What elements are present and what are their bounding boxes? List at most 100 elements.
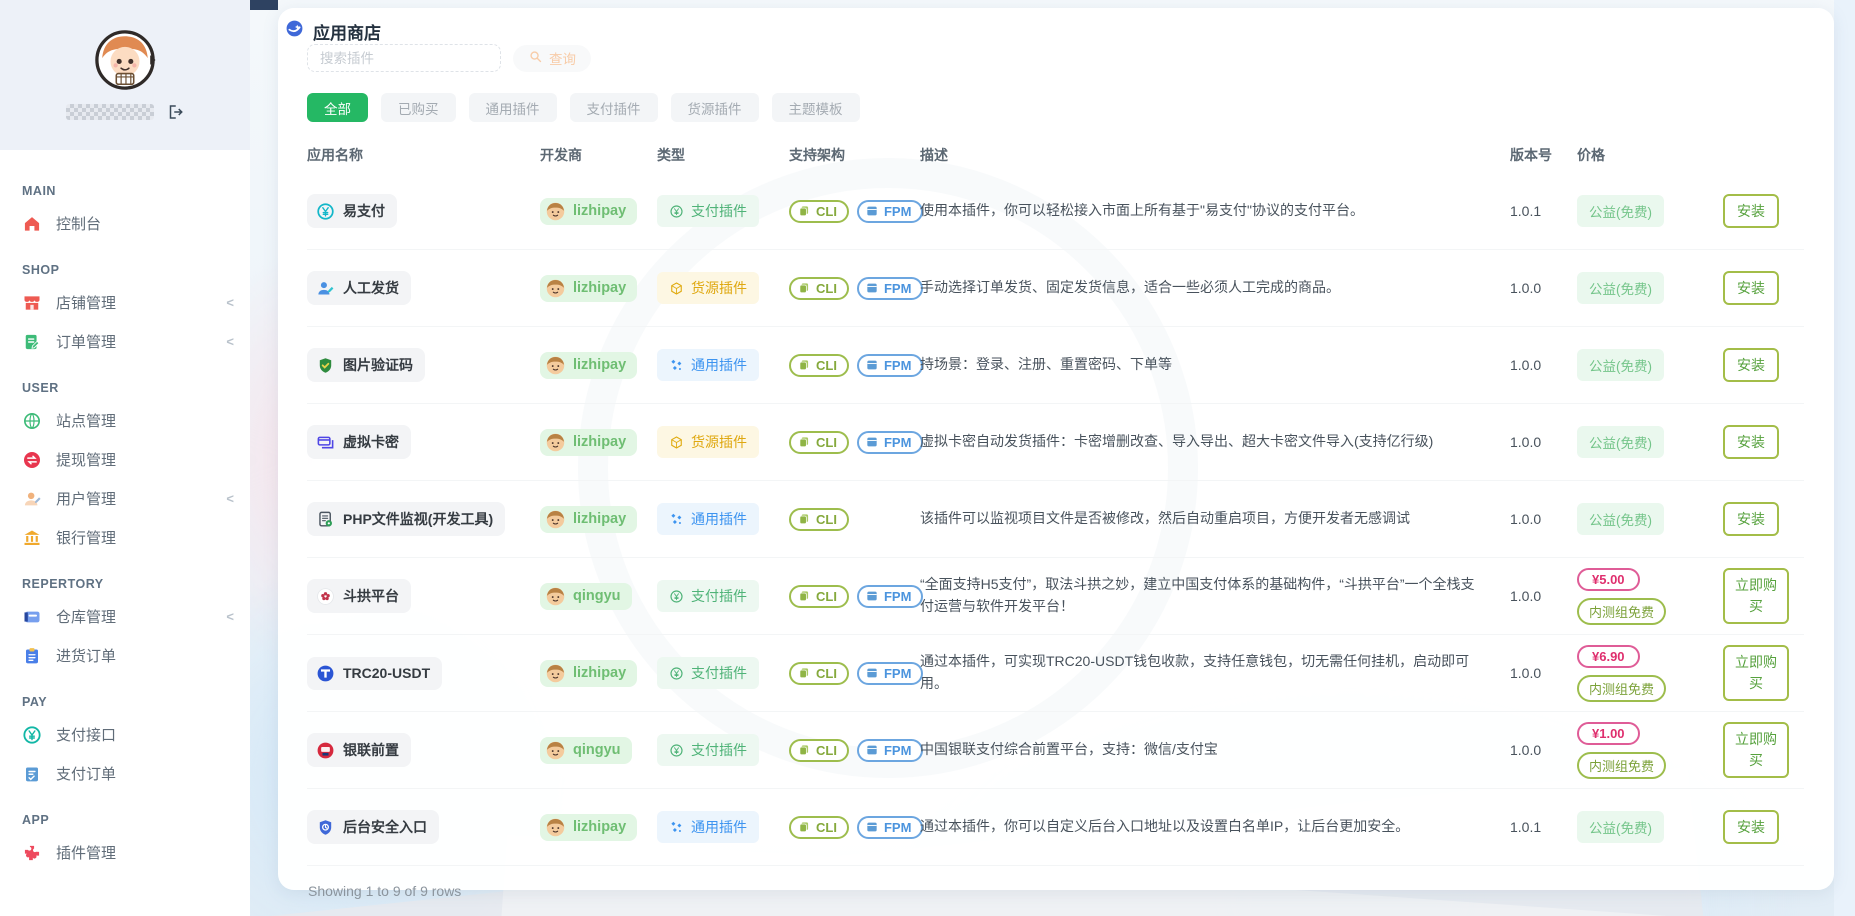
filter-tab-4[interactable]: 货源插件 <box>670 93 759 122</box>
arch-badge-cli: CLI <box>789 199 849 223</box>
arch-badge-cli: CLI <box>789 276 849 300</box>
sidebar-item-label: 进货订单 <box>56 648 117 665</box>
app-description: 中国银联支付综合前置平台，支持：微信/支付宝 <box>920 741 1218 758</box>
sidebar-item-puzzle[interactable]: 插件管理 <box>0 833 250 872</box>
sidebar-item-label: 店铺管理 <box>56 295 117 312</box>
sidebar-item-order[interactable]: 订单管理 < <box>0 322 250 361</box>
type-badge: 货源插件 <box>657 272 759 304</box>
arch-badge-cli: CLI <box>789 353 849 377</box>
sidebar-nav: MAIN 控制台 SHOP 店铺管理 < 订单管理 < USER 站点管理 提现… <box>0 150 250 872</box>
arch-badge-cli: CLI <box>789 584 849 608</box>
table-row: TRC20-USDT lizhipay 支付插件 CLI FPM 通过本插件，可… <box>307 635 1804 712</box>
price-badge: ¥5.00 内测组免费 <box>1577 567 1723 625</box>
puzzle-icon <box>22 843 42 863</box>
sidebar-item-home[interactable]: 控制台 <box>0 204 250 243</box>
app-name-badge: 易支付 <box>307 194 397 228</box>
app-version: 1.0.0 <box>1510 280 1542 296</box>
app-name-badge: 图片验证码 <box>307 348 425 382</box>
app-description: 通过本插件，你可以自定义后台入口地址以及设置白名单IP，让后台更加安全。 <box>920 818 1410 835</box>
sidebar-item-yen[interactable]: 支付接口 <box>0 715 250 754</box>
table-row: 后台安全入口 lizhipay 通用插件 CLI FPM 通过本插件，你可以自定… <box>307 789 1804 866</box>
sidebar-section: PAY 支付接口 支付订单 <box>0 687 250 793</box>
filter-tab-3[interactable]: 支付插件 <box>569 93 658 122</box>
shield-check-icon <box>316 356 335 375</box>
type-badge: 通用插件 <box>657 503 759 535</box>
search-input[interactable] <box>307 44 501 72</box>
developer-badge: lizhipay <box>540 274 638 302</box>
chevron-collapse-icon: < <box>226 491 234 506</box>
filter-tab-1[interactable]: 已购买 <box>381 93 456 122</box>
table-row: 人工发货 lizhipay 货源插件 CLI FPM 手动选择订单发货、固定发货… <box>307 250 1804 327</box>
install-button[interactable]: 安装 <box>1723 348 1779 382</box>
app-name-badge: TRC20-USDT <box>307 656 443 690</box>
yen-icon <box>22 725 42 745</box>
table-row: 银联前置 qingyu 支付插件 CLI FPM 中国银联支付综合前置平台，支持… <box>307 712 1804 789</box>
buy-now-button[interactable]: 立即购买 <box>1723 568 1789 624</box>
type-badge: 通用插件 <box>657 811 759 843</box>
developer-avatar <box>545 355 566 376</box>
sidebar-item-clipboard[interactable]: 进货订单 <box>0 636 250 675</box>
filter-tab-2[interactable]: 通用插件 <box>468 93 557 122</box>
filter-tab-5[interactable]: 主题模板 <box>771 93 860 122</box>
app-name-badge: PHP文件监视(开发工具) <box>307 502 506 536</box>
sidebar-section-label: REPERTORY <box>22 577 104 591</box>
user-avatar[interactable] <box>94 29 156 91</box>
type-badge: 支付插件 <box>657 734 759 766</box>
tether-icon <box>316 664 335 683</box>
arch-badge-cli: CLI <box>789 507 849 531</box>
sidebar-item-withdraw[interactable]: 提现管理 <box>0 440 250 479</box>
price-free-badge: 公益(免费) <box>1577 811 1664 843</box>
install-button[interactable]: 安装 <box>1723 194 1779 228</box>
app-description: 手动选择订单发货、固定发货信息，适合一些必须人工完成的商品。 <box>920 279 1340 296</box>
app-description: “全面支持H5支付”，取法斗拱之妙，建立中国支付体系的基础构件，“斗拱平台”一个… <box>920 576 1475 614</box>
column-header: 支持架构 <box>789 147 845 163</box>
install-button[interactable]: 安装 <box>1723 810 1779 844</box>
buy-now-button[interactable]: 立即购买 <box>1723 722 1789 778</box>
sidebar-item-globe[interactable]: 站点管理 <box>0 401 250 440</box>
type-pay-icon <box>669 666 684 681</box>
install-button[interactable]: 安装 <box>1723 271 1779 305</box>
unionpay-icon <box>316 741 335 760</box>
table-row: 图片验证码 lizhipay 通用插件 CLI FPM 持场景：登录、注册、重置… <box>307 327 1804 404</box>
page-title: 应用商店 <box>313 23 381 43</box>
arch-badge-cli: CLI <box>789 661 849 685</box>
developer-avatar <box>545 817 566 838</box>
sidebar-item-label: 用户管理 <box>56 491 117 508</box>
sidebar-item-label: 支付订单 <box>56 766 117 783</box>
logout-icon[interactable] <box>166 103 184 121</box>
arch-badge-fpm: FPM <box>856 430 924 454</box>
sidebar-item-shop[interactable]: 店铺管理 < <box>0 283 250 322</box>
sidebar-item-user[interactable]: 用户管理 < <box>0 479 250 518</box>
sidebar-item-bank[interactable]: 银行管理 <box>0 518 250 557</box>
arch-badge-fpm: FPM <box>856 815 924 839</box>
install-button[interactable]: 安装 <box>1723 425 1779 459</box>
install-button[interactable]: 安装 <box>1723 502 1779 536</box>
buy-now-button[interactable]: 立即购买 <box>1723 645 1789 701</box>
developer-badge: lizhipay <box>540 505 638 533</box>
sidebar-item-warehouse[interactable]: 仓库管理 < <box>0 597 250 636</box>
search-button[interactable]: 查询 <box>513 44 591 72</box>
username-masked <box>66 104 154 120</box>
type-badge: 支付插件 <box>657 195 759 227</box>
cli-icon <box>797 512 811 526</box>
cli-icon <box>797 358 811 372</box>
fpm-icon <box>865 435 879 449</box>
app-name-badge: 虚拟卡密 <box>307 425 411 459</box>
cards-icon <box>316 433 335 452</box>
app-version: 1.0.0 <box>1510 742 1542 758</box>
developer-badge: qingyu <box>540 582 632 610</box>
beta-free-badge: 内测组免费 <box>1577 751 1667 779</box>
cli-icon <box>797 435 811 449</box>
type-pay-icon <box>669 204 684 219</box>
fpm-icon <box>865 743 879 757</box>
filter-tabs: 全部 已购买 通用插件 支付插件 货源插件 主题模板 <box>307 93 1804 122</box>
filter-tab-0[interactable]: 全部 <box>307 93 368 122</box>
app-version: 1.0.0 <box>1510 511 1542 527</box>
globe-icon <box>22 411 42 431</box>
price-badge: ¥1.00 内测组免费 <box>1577 721 1723 779</box>
price-amount-badge: ¥6.90 <box>1577 644 1640 668</box>
cli-icon <box>797 204 811 218</box>
fpm-icon <box>865 589 879 603</box>
sidebar-item-payorder[interactable]: 支付订单 <box>0 754 250 793</box>
type-badge: 货源插件 <box>657 426 759 458</box>
